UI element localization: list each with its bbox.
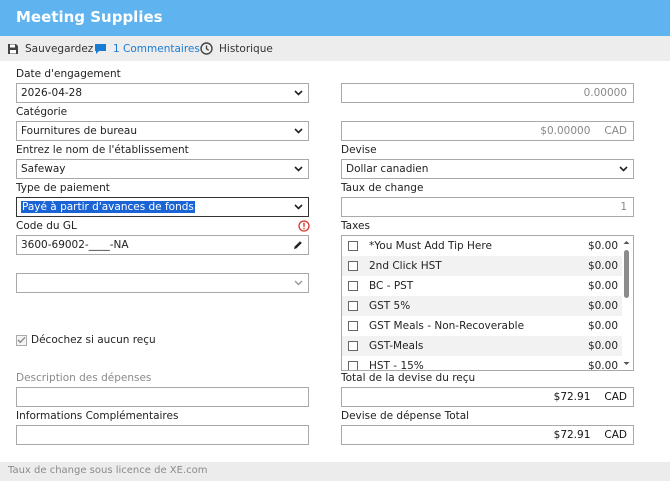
expense-total-field: $72.91 CAD <box>341 425 634 445</box>
gl-code-field[interactable]: 3600-69002-____-NA <box>16 235 309 255</box>
chevron-down-icon <box>292 163 304 175</box>
receipt-total-value: $72.91 <box>553 391 591 403</box>
error-icon <box>298 220 310 235</box>
footer-text: Taux de change sous licence de XE.com <box>8 465 208 476</box>
info-label: Informations Complémentaires <box>16 410 179 422</box>
checkbox[interactable] <box>348 301 358 311</box>
tax-row[interactable]: GST 5% $0.00 <box>342 296 622 316</box>
comments-button[interactable]: 1 Commentaires <box>94 36 200 61</box>
tax-name: 2nd Click HST <box>369 260 442 272</box>
tax-amount: $0.00 <box>587 300 618 312</box>
tax-amount: $0.00 <box>587 340 618 352</box>
checkbox[interactable] <box>348 321 358 331</box>
save-icon <box>8 43 18 54</box>
merchant-select[interactable]: Safeway <box>16 159 309 179</box>
page-title: Meeting Supplies <box>16 8 163 26</box>
payment-value: Payé à partir d'avances de fonds <box>21 201 195 213</box>
history-button[interactable]: Historique <box>200 36 273 61</box>
no-receipt-checkbox[interactable]: Décochez si aucun reçu <box>16 334 156 346</box>
description-label: Description des dépenses <box>16 372 152 384</box>
taxes-list: *You Must Add Tip Here $0.00 2nd Click H… <box>341 235 634 371</box>
tax-name: GST Meals - Non-Recoverable <box>369 320 525 332</box>
currency-value: Dollar canadien <box>346 163 429 175</box>
save-label: Sauvegardez <box>25 42 94 55</box>
expense-total-value: $72.91 <box>553 429 591 441</box>
tax-row[interactable]: 2nd Click HST $0.00 <box>342 256 622 276</box>
description-input[interactable] <box>16 387 309 407</box>
toolbar: Sauvegardez 1 Commentaires Historique <box>0 36 670 61</box>
currency-label: Devise <box>341 144 377 156</box>
info-input[interactable] <box>16 425 309 445</box>
history-label: Historique <box>219 42 273 55</box>
merchant-label: Entrez le nom de l'établissement <box>16 144 189 156</box>
date-label: Date d'engagement <box>16 68 121 80</box>
tax-name: HST - 15% <box>369 360 424 371</box>
tax-amount: $0.00 <box>587 240 618 252</box>
category-label: Catégorie <box>16 106 68 118</box>
date-value: 2026-04-28 <box>21 87 83 99</box>
payment-label: Type de paiement <box>16 182 110 194</box>
taxes-label: Taxes <box>341 220 370 232</box>
category-select[interactable]: Fournitures de bureau <box>16 121 309 141</box>
checkbox[interactable] <box>348 361 358 370</box>
expense-total-currency: CAD <box>604 429 627 441</box>
chevron-down-icon <box>292 277 304 289</box>
gl-label: Code du GL <box>16 220 77 232</box>
comments-label: 1 Commentaires <box>113 42 200 55</box>
chevron-down-icon <box>292 201 304 213</box>
amount-value: 0.00000 <box>583 87 627 99</box>
rate-label: Taux de change <box>341 182 424 194</box>
tax-row[interactable]: BC - PST $0.00 <box>342 276 622 296</box>
receipt-total-label: Total de la devise du reçu <box>341 372 476 384</box>
tax-row[interactable]: *You Must Add Tip Here $0.00 <box>342 236 622 256</box>
rate-value: 1 <box>620 201 627 213</box>
currency-select[interactable]: Dollar canadien <box>341 159 634 179</box>
date-select[interactable]: 2026-04-28 <box>16 83 309 103</box>
converted-amount: $0.00000 CAD <box>341 121 634 141</box>
chevron-down-icon <box>292 87 304 99</box>
check-icon <box>16 334 27 346</box>
page-header: Meeting Supplies <box>0 0 670 36</box>
checkbox[interactable] <box>348 241 358 251</box>
payment-select[interactable]: Payé à partir d'avances de fonds <box>16 197 309 217</box>
gl-value: 3600-69002-____-NA <box>21 239 129 251</box>
expense-total-label: Devise de dépense Total <box>341 410 470 422</box>
category-value: Fournitures de bureau <box>21 125 137 137</box>
checkbox[interactable] <box>348 281 358 291</box>
receipt-total-currency: CAD <box>604 391 627 403</box>
tax-name: GST-Meals <box>369 340 424 352</box>
tax-name: *You Must Add Tip Here <box>369 240 492 252</box>
merchant-value: Safeway <box>21 163 66 175</box>
converted-currency: CAD <box>604 125 627 137</box>
extra-select[interactable] <box>16 273 309 293</box>
tax-amount: $0.00 <box>587 320 618 332</box>
tax-row[interactable]: GST-Meals $0.00 <box>342 336 622 356</box>
clock-icon <box>200 42 213 55</box>
checkbox[interactable] <box>348 341 358 351</box>
footer: Taux de change sous licence de XE.com <box>0 462 670 481</box>
chevron-down-icon <box>292 125 304 137</box>
tax-amount: $0.00 <box>587 360 618 371</box>
no-receipt-label: Décochez si aucun reçu <box>31 334 156 346</box>
receipt-total-field: $72.91 CAD <box>341 387 634 407</box>
tax-name: GST 5% <box>369 300 411 312</box>
tax-amount: $0.00 <box>587 260 618 272</box>
scrollbar[interactable] <box>621 237 632 369</box>
tax-name: BC - PST <box>369 280 414 292</box>
tax-row[interactable]: GST Meals - Non-Recoverable $0.00 <box>342 316 622 336</box>
rate-input[interactable]: 1 <box>341 197 634 217</box>
tax-amount: $0.00 <box>587 280 618 292</box>
save-button[interactable]: Sauvegardez <box>7 36 93 61</box>
chevron-down-icon <box>617 163 629 175</box>
converted-value: $0.00000 <box>540 125 591 137</box>
checkbox[interactable] <box>348 261 358 271</box>
pencil-icon[interactable] <box>292 239 304 251</box>
tax-row[interactable]: HST - 15% $0.00 <box>342 356 622 371</box>
comment-icon <box>95 43 106 54</box>
amount-input[interactable]: 0.00000 <box>341 83 634 103</box>
